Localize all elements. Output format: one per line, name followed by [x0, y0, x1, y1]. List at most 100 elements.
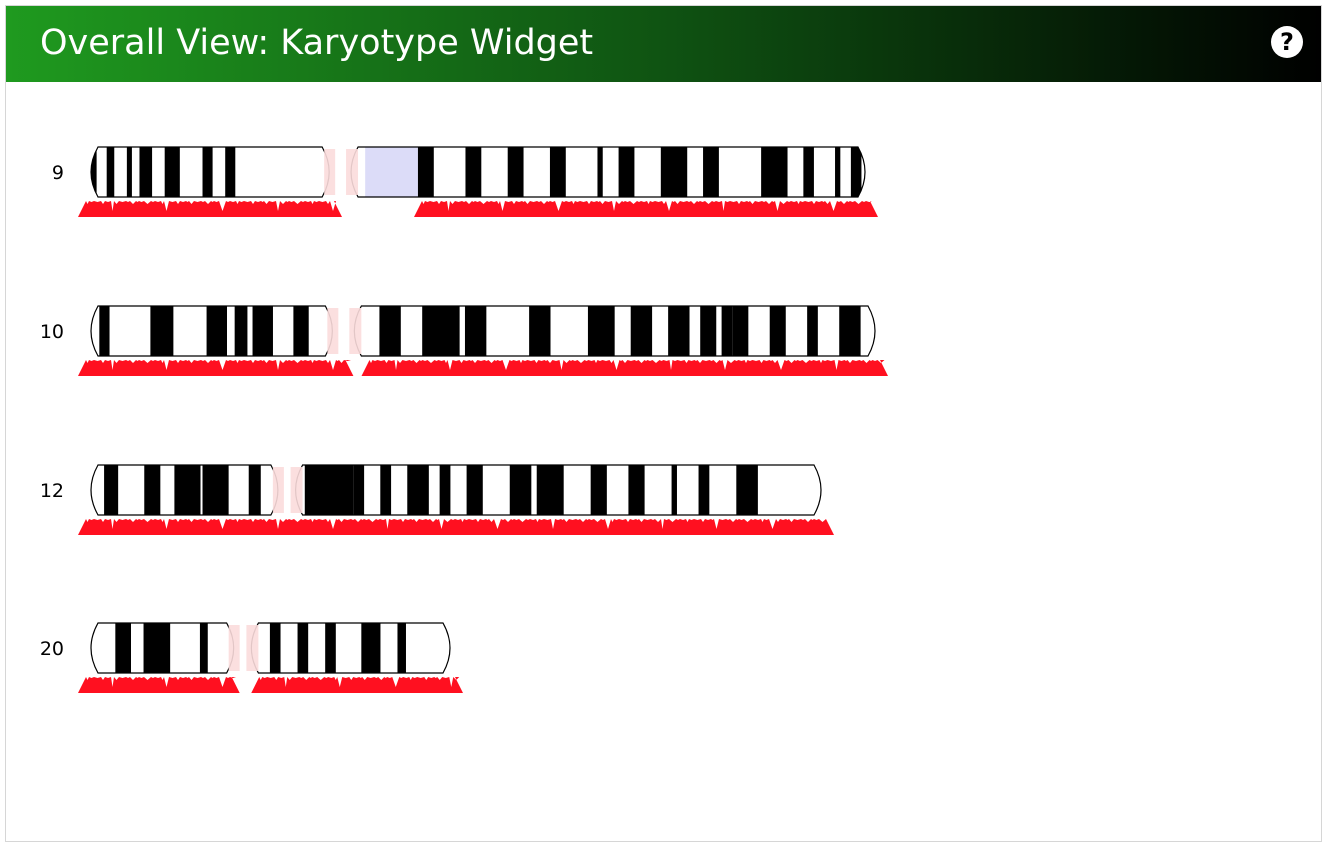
band: [529, 306, 551, 356]
band: [379, 306, 401, 356]
band: [850, 147, 862, 197]
track-segment: [251, 677, 463, 693]
band: [769, 306, 786, 356]
band: [549, 147, 566, 197]
feature-track: [78, 677, 463, 693]
chr10-q-arm-bands: [354, 306, 876, 356]
chromosome-label: 20: [40, 638, 64, 660]
band: [630, 306, 653, 356]
band: [361, 623, 381, 673]
band: [536, 465, 564, 515]
chromosome-label: 10: [40, 321, 64, 343]
band: [143, 623, 171, 673]
karyotype-canvas: 9 10 12 20: [40, 146, 888, 693]
band: [297, 623, 309, 673]
track-segment: [78, 677, 240, 693]
chr20-q-arm-bands: [251, 623, 450, 673]
band: [703, 147, 719, 197]
track-segment: [361, 360, 888, 376]
band: [202, 147, 213, 197]
band: [91, 147, 97, 197]
band: [807, 306, 818, 356]
band: [304, 465, 354, 515]
band: [164, 147, 180, 197]
track-segment: [78, 201, 342, 217]
chr9-p-arm-bands: [91, 147, 330, 197]
band: [139, 147, 153, 197]
band: [417, 147, 434, 197]
band: [465, 147, 482, 197]
band: [698, 465, 710, 515]
centromere-p: [327, 308, 339, 354]
chromosome-20: 20: [40, 622, 463, 693]
band: [380, 465, 392, 515]
band: [104, 465, 119, 515]
band: [464, 306, 487, 356]
band: [397, 623, 406, 673]
band: [225, 147, 236, 197]
band: [803, 147, 814, 197]
band: [202, 465, 229, 515]
band: [509, 465, 532, 515]
chr9-q-arm-gap: [365, 147, 424, 197]
centromere-q: [290, 467, 303, 513]
track-segment: [78, 519, 834, 535]
band: [252, 306, 273, 356]
band: [422, 306, 460, 356]
band: [761, 147, 788, 197]
band: [115, 623, 131, 673]
band: [353, 465, 365, 515]
band: [99, 306, 110, 356]
band: [174, 465, 201, 515]
centromere-p: [272, 467, 284, 513]
chr20-p-arm-bands: [91, 623, 234, 673]
centromere-p: [324, 149, 336, 195]
band: [439, 465, 451, 515]
track-segment: [78, 360, 354, 376]
band: [668, 306, 690, 356]
centromere-q: [349, 308, 362, 354]
band: [293, 306, 309, 356]
band: [618, 147, 635, 197]
track-segment: [414, 201, 878, 217]
band: [150, 306, 174, 356]
band: [835, 147, 841, 197]
band: [248, 465, 261, 515]
band: [736, 465, 758, 515]
band: [587, 306, 615, 356]
feature-track: [78, 360, 888, 376]
centromere-q: [346, 149, 359, 195]
band: [126, 147, 132, 197]
band: [466, 465, 483, 515]
band: [721, 306, 733, 356]
centromere-p: [228, 625, 240, 671]
band: [106, 147, 115, 197]
band: [700, 306, 717, 356]
band: [732, 306, 749, 356]
band: [325, 623, 336, 673]
chr10-p-arm-bands: [91, 306, 333, 356]
chromosome-label: 9: [52, 162, 64, 184]
band: [269, 623, 281, 673]
chr12-q-arm-bands: [295, 465, 822, 515]
band: [839, 306, 861, 356]
chromosome-12: 12: [40, 464, 834, 535]
band: [590, 465, 607, 515]
feature-track: [78, 201, 878, 217]
band: [234, 306, 248, 356]
band: [660, 147, 688, 197]
chr12-p-arm-bands: [91, 465, 278, 515]
feature-track: [78, 519, 834, 535]
centromere-q: [246, 625, 259, 671]
chromosome-10: 10: [40, 305, 888, 376]
chromosome-label: 12: [40, 480, 64, 502]
chr9-q-arm-bands: [351, 147, 865, 197]
band: [597, 147, 603, 197]
band: [407, 465, 429, 515]
band: [671, 465, 677, 515]
band: [507, 147, 524, 197]
band: [206, 306, 228, 356]
band: [144, 465, 161, 515]
chromosome-9: 9: [52, 146, 878, 217]
band: [199, 623, 208, 673]
